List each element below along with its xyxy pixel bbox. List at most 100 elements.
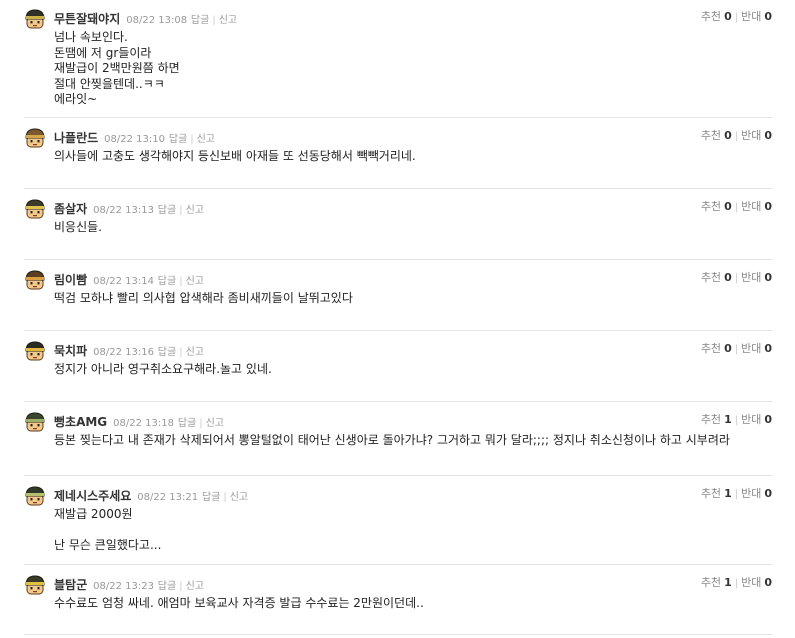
vote-box: 추천 0 | 반대 0 (701, 269, 772, 285)
comment-timestamp: 08/22 13:23 (93, 581, 154, 592)
comment-divider (24, 475, 772, 476)
downvote-button[interactable]: 반대 (741, 487, 761, 500)
reply-link[interactable]: 답글 (158, 276, 176, 287)
report-link[interactable]: 신고 (186, 205, 204, 216)
downvote-count: 0 (764, 200, 772, 213)
downvote-button[interactable]: 반대 (741, 413, 761, 426)
report-link[interactable]: 신고 (186, 276, 204, 287)
downvote-button[interactable]: 반대 (741, 10, 761, 23)
report-link[interactable]: 신고 (219, 15, 237, 26)
separator: | (199, 418, 203, 429)
upvote-count: 1 (724, 487, 732, 500)
downvote-count: 0 (764, 342, 772, 355)
upvote-button[interactable]: 추천 (701, 200, 721, 213)
upvote-button[interactable]: 추천 (701, 576, 721, 589)
upvote-button[interactable]: 추천 (701, 271, 721, 284)
separator: | (212, 15, 216, 26)
comment-body: 등본 찢는다고 내 존재가 삭제되어서 뽕알털없이 태어난 신생아로 돌아가냐?… (54, 433, 730, 447)
upvote-count: 0 (724, 129, 732, 142)
downvote-button[interactable]: 반대 (741, 342, 761, 355)
reply-link[interactable]: 답글 (158, 205, 176, 216)
comment-divider (24, 564, 772, 565)
reply-link[interactable]: 답글 (158, 581, 176, 592)
avatar[interactable] (24, 269, 46, 291)
reply-link[interactable]: 답글 (191, 15, 209, 26)
avatar[interactable] (24, 8, 46, 30)
separator: | (734, 12, 739, 23)
downvote-count: 0 (764, 129, 772, 142)
separator: | (223, 492, 227, 503)
author-name[interactable]: 림이빰 (54, 273, 87, 287)
comment-timestamp: 08/22 13:21 (137, 492, 199, 503)
reply-link[interactable]: 답글 (169, 134, 187, 145)
author-name[interactable]: 무튼잘돼야지 (54, 12, 120, 26)
reply-link[interactable]: 답글 (178, 418, 196, 429)
avatar[interactable] (24, 485, 46, 507)
upvote-button[interactable]: 추천 (701, 10, 721, 23)
avatar[interactable] (24, 411, 46, 433)
author-name[interactable]: 뻥초AMG (54, 415, 107, 429)
downvote-count: 0 (764, 576, 772, 589)
vote-box: 추천 0 | 반대 0 (701, 198, 772, 214)
separator: | (179, 581, 183, 592)
comment-header: 림이빰 08/22 13:14 답글 | 신고 (54, 272, 204, 290)
vote-box: 추천 1 | 반대 0 (701, 574, 772, 590)
downvote-count: 0 (764, 271, 772, 284)
reply-link[interactable]: 답글 (202, 492, 220, 503)
upvote-button[interactable]: 추천 (701, 487, 721, 500)
comment-header: 묵치파 08/22 13:16 답글 | 신고 (54, 343, 204, 361)
separator: | (734, 273, 739, 284)
author-name[interactable]: 제네시스주세요 (54, 489, 131, 503)
downvote-button[interactable]: 반대 (741, 200, 761, 213)
comment-header: 뻥초AMG 08/22 13:18 답글 | 신고 (54, 414, 224, 432)
report-link[interactable]: 신고 (186, 347, 204, 358)
upvote-count: 0 (724, 10, 732, 23)
report-link[interactable]: 신고 (206, 418, 224, 429)
separator: | (734, 489, 739, 500)
separator: | (734, 202, 739, 213)
report-link[interactable]: 신고 (230, 492, 248, 503)
report-link[interactable]: 신고 (197, 134, 215, 145)
author-name[interactable]: 묵치파 (54, 344, 87, 358)
author-name[interactable]: 좀살자 (54, 202, 87, 216)
comment-divider (24, 259, 772, 260)
upvote-button[interactable]: 추천 (701, 129, 721, 142)
downvote-button[interactable]: 반대 (741, 129, 761, 142)
separator: | (734, 131, 739, 142)
avatar[interactable] (24, 340, 46, 362)
avatar[interactable] (24, 127, 46, 149)
avatar[interactable] (24, 198, 46, 220)
comment-header: 좀살자 08/22 13:13 답글 | 신고 (54, 201, 204, 219)
downvote-button[interactable]: 반대 (741, 576, 761, 589)
separator: | (190, 134, 194, 145)
downvote-count: 0 (764, 10, 772, 23)
separator: | (734, 578, 739, 589)
upvote-button[interactable]: 추천 (701, 413, 721, 426)
report-link[interactable]: 신고 (186, 581, 204, 592)
comment-body: 수수료도 엄청 싸네. 애엄마 보육교사 자격증 발급 수수료는 2만원이던데.… (54, 596, 424, 610)
downvote-count: 0 (764, 413, 772, 426)
comment-timestamp: 08/22 13:10 (104, 134, 165, 145)
comment-divider (24, 634, 772, 635)
author-name[interactable]: 나플란드 (54, 131, 98, 145)
comment-header: 블탐군 08/22 13:23 답글 | 신고 (54, 577, 204, 595)
avatar[interactable] (24, 574, 46, 596)
reply-link[interactable]: 답글 (158, 347, 176, 358)
author-name[interactable]: 블탐군 (54, 578, 87, 592)
comment-divider (24, 330, 772, 331)
upvote-count: 1 (724, 576, 732, 589)
comment-header: 무튼잘돼야지 08/22 13:08 답글 | 신고 (54, 11, 237, 29)
comment-body: 떡검 모하냐 빨리 의사협 압색해라 좀비새끼들이 날뛰고있다 (54, 291, 353, 305)
comment-header: 제네시스주세요 08/22 13:21 답글 | 신고 (54, 488, 248, 506)
vote-box: 추천 0 | 반대 0 (701, 340, 772, 356)
comment-timestamp: 08/22 13:13 (93, 205, 154, 216)
vote-box: 추천 1 | 반대 0 (701, 485, 772, 501)
separator: | (734, 415, 739, 426)
comment-timestamp: 08/22 13:08 (126, 15, 188, 26)
comment-body: 재발급 2000원 난 무슨 큰일했다고... (54, 507, 162, 552)
upvote-button[interactable]: 추천 (701, 342, 721, 355)
downvote-button[interactable]: 반대 (741, 271, 761, 284)
comment-timestamp: 08/22 13:14 (93, 276, 154, 287)
comment-divider (24, 188, 772, 189)
comment-body: 비응신들. (54, 220, 102, 234)
